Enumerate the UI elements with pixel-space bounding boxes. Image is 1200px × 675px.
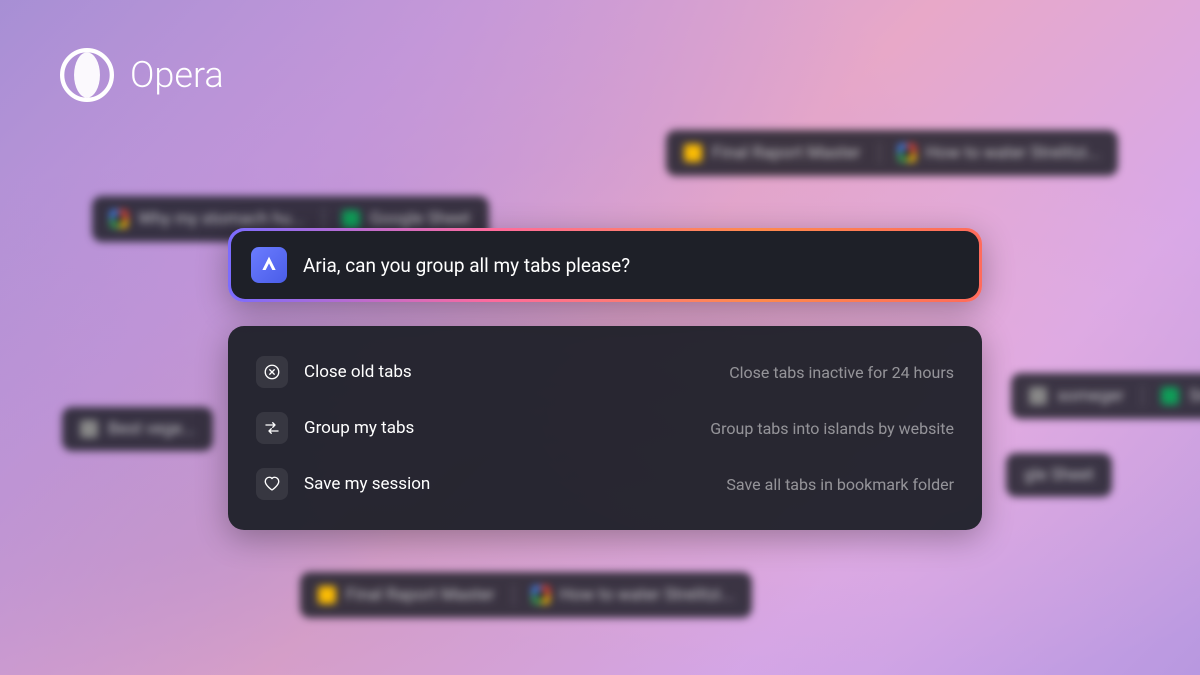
background-tab: Best vege... <box>62 407 213 451</box>
background-tab: Final Raport Master How to water Strelit… <box>300 572 752 618</box>
docs-icon <box>684 144 702 162</box>
suggestion-description: Close tabs inactive for 24 hours <box>729 363 954 382</box>
aria-icon <box>251 247 287 283</box>
suggestion-label: Close old tabs <box>304 362 713 382</box>
close-circle-icon <box>256 356 288 388</box>
suggestion-description: Save all tabs in bookmark folder <box>726 475 954 494</box>
command-input-text[interactable]: Aria, can you group all my tabs please? <box>303 254 630 277</box>
suggestion-group-tabs[interactable]: Group my tabs Group tabs into islands by… <box>242 400 968 456</box>
suggestion-close-old-tabs[interactable]: Close old tabs Close tabs inactive for 2… <box>242 344 968 400</box>
suggestion-save-session[interactable]: Save my session Save all tabs in bookmar… <box>242 456 968 512</box>
suggestion-label: Save my session <box>304 474 710 494</box>
swap-icon <box>256 412 288 444</box>
suggestion-label: Group my tabs <box>304 418 694 438</box>
background-tab: gle Sheet <box>1006 453 1112 497</box>
heart-icon <box>256 468 288 500</box>
google-icon <box>110 210 128 228</box>
suggestions-panel: Close old tabs Close tabs inactive for 2… <box>228 326 982 530</box>
aria-command-bar[interactable]: Aria, can you group all my tabs please? <box>228 228 982 302</box>
background-tab: someger Sn... <box>1011 373 1200 419</box>
suggestion-description: Group tabs into islands by website <box>710 419 954 438</box>
sheets-icon <box>342 210 360 228</box>
page-icon <box>80 420 98 438</box>
opera-logo-text: Opera <box>130 54 224 96</box>
google-icon <box>532 586 550 604</box>
opera-logo: Opera <box>60 48 224 102</box>
opera-logo-icon <box>60 48 114 102</box>
google-icon <box>898 144 916 162</box>
sheets-icon <box>1161 387 1179 405</box>
background-tab: Final Raport Master How to water Strelit… <box>666 130 1118 176</box>
page-icon <box>1029 387 1047 405</box>
docs-icon <box>318 586 336 604</box>
